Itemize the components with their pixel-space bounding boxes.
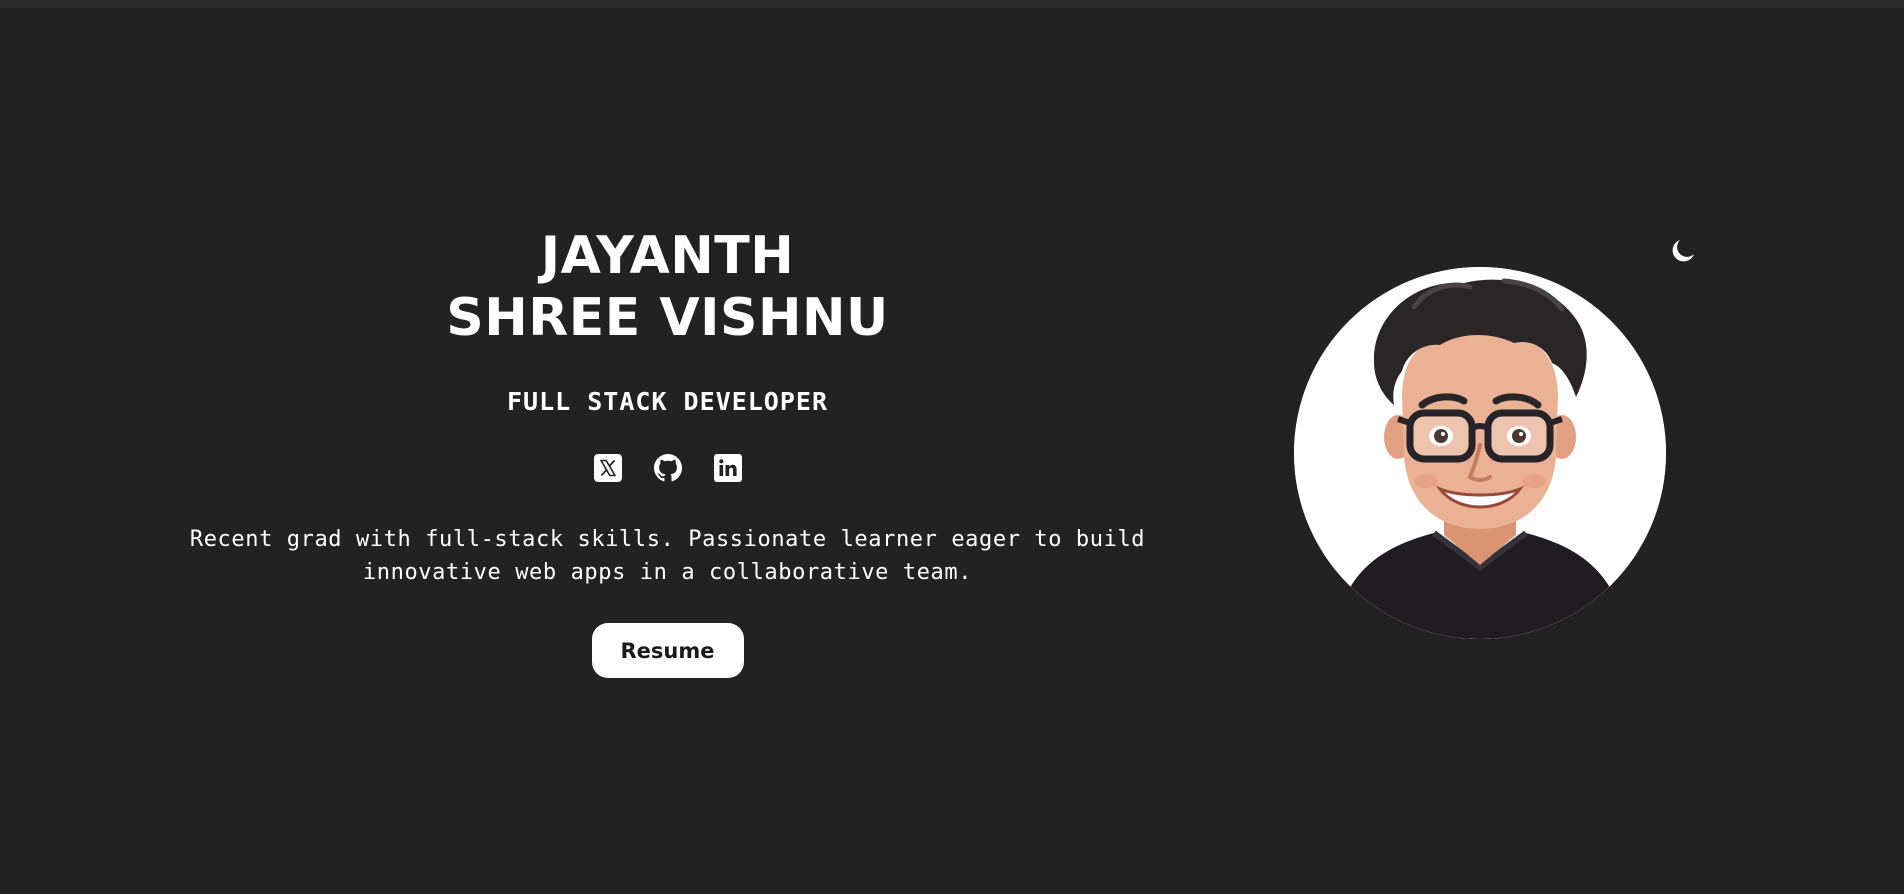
linkedin-link[interactable] (713, 453, 742, 482)
moon-icon (1672, 240, 1694, 262)
social-links (180, 453, 1155, 483)
resume-button[interactable]: Resume (591, 623, 744, 678)
linkedin-icon (713, 453, 742, 482)
top-bar (0, 0, 1904, 8)
name-line-2: SHREE VISHNU (446, 288, 889, 348)
theme-toggle-button[interactable] (1670, 234, 1700, 264)
x-twitter-link[interactable] (593, 453, 622, 482)
github-link[interactable] (653, 453, 682, 482)
name-line-1: JAYANTH (540, 226, 795, 286)
github-icon (653, 453, 682, 481)
hero-section: JAYANTH SHREE VISHNU FULL STACK DEVELOPE… (180, 225, 1155, 678)
x-twitter-icon (593, 453, 622, 482)
hero-bio: Recent grad with full-stack skills. Pass… (189, 527, 1146, 585)
hero-role: FULL STACK DEVELOPER (506, 387, 829, 416)
avatar-illustration (1294, 267, 1666, 639)
profile-avatar (1294, 267, 1666, 639)
hero-name: JAYANTH SHREE VISHNU (180, 225, 1155, 349)
